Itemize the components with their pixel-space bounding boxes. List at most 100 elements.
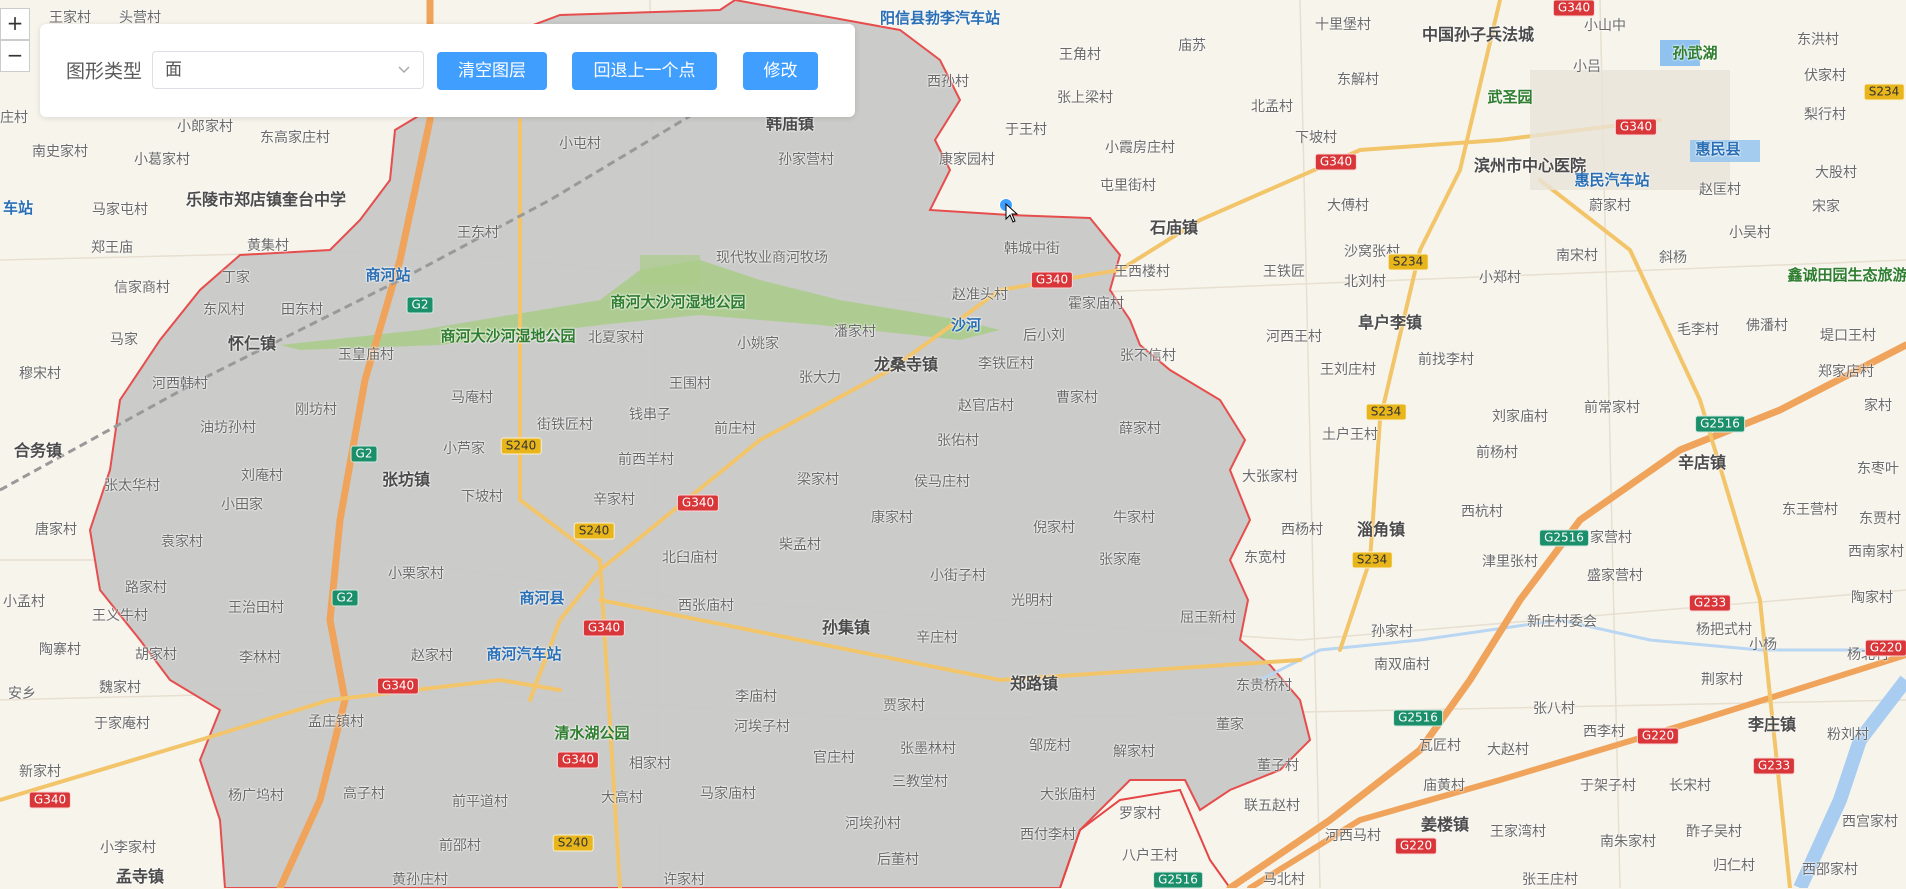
map-place-label: 归仁村 — [1713, 858, 1755, 874]
map-place-label: 玉皇庙村 — [338, 347, 394, 363]
map-canvas[interactable]: 阳信县勃李汽车站 王家村 头营村 十里堡村 中国孙子兵法城 庙苏 王角村 小山中 孙武湖 东洪村伏… — [0, 0, 1906, 889]
road-shield: G340 — [28, 791, 72, 809]
map-place-label: 牛家村 — [1113, 510, 1155, 526]
map-place-label: 王东村 — [457, 225, 499, 241]
map-place-label: 清水湖公园 — [554, 724, 630, 742]
map-place-label: 三教堂村 — [892, 774, 948, 790]
zoom-in-button[interactable]: + — [0, 8, 30, 40]
map-place-label: 粉刘村 — [1827, 727, 1869, 743]
map-place-label: 八户王村 — [1122, 848, 1178, 864]
clear-layer-button[interactable]: 清空图层 — [437, 52, 547, 90]
map-place-label: 杨广坞村 — [228, 788, 284, 804]
map-place-label: 陶寨村 — [39, 642, 81, 658]
map-place-label: 前邵村 — [439, 838, 481, 854]
map-place-label: 河西马村 — [1325, 828, 1381, 844]
map-place-label: 小山中 — [1584, 18, 1626, 34]
map-place-label: 西杨村 — [1281, 522, 1323, 538]
map-place-label: 李庄镇 — [1747, 715, 1797, 734]
map-place-label: 西张庙村 — [678, 598, 734, 614]
map-place-label: 马庵村 — [451, 390, 493, 406]
map-place-label: 河埃子村 — [734, 719, 790, 735]
map-place-label: 后小刘 — [1023, 328, 1065, 344]
map-place-label: 于架子村 — [1580, 778, 1636, 794]
map-place-label: 商河站 — [365, 266, 411, 284]
map-place-label: 郑王庙 — [91, 240, 133, 256]
map-place-label: 许家村 — [663, 872, 705, 888]
map-place-label: 南宋村 — [1556, 248, 1598, 264]
cursor-icon — [1005, 203, 1019, 223]
map-place-label: 张上梁村 — [1057, 90, 1113, 106]
map-place-label: 后董村 — [877, 852, 919, 868]
map-place-label: 盛家营村 — [1587, 568, 1643, 584]
map-place-label: 王西楼村 — [1114, 264, 1170, 280]
map-place-label: 王角村 — [1059, 47, 1101, 63]
map-place-label: 街铁匠村 — [537, 417, 593, 433]
map-place-label: 李庙村 — [735, 689, 777, 705]
undo-point-button[interactable]: 回退上一个点 — [572, 52, 717, 90]
map-place-label: 刘家庙村 — [1492, 409, 1548, 425]
map-place-label: 西杭村 — [1461, 504, 1503, 520]
map-place-label: 前常家村 — [1584, 400, 1640, 416]
map-place-label: 土户王村 — [1322, 427, 1378, 443]
map-place-label: 津里张村 — [1482, 554, 1538, 570]
map-place-label: 潘家村 — [834, 324, 876, 340]
shape-type-select[interactable]: 面 — [152, 51, 424, 89]
map-place-label: 河西韩村 — [152, 376, 208, 392]
map-place-label: 屯里街村 — [1100, 178, 1156, 194]
map-place-label: 梁家村 — [797, 472, 839, 488]
road-shield: G2516 — [1153, 871, 1203, 889]
map-place-label: 邹庞村 — [1029, 738, 1071, 754]
map-place-label: 龙桑寺镇 — [873, 355, 939, 374]
map-place-label: 新家村 — [19, 764, 61, 780]
map-place-label: 荆家村 — [1701, 672, 1743, 688]
map-place-label: 东高家庄村 — [260, 130, 330, 146]
map-place-label: 钱串子 — [629, 407, 671, 423]
road-shield: G233 — [1752, 757, 1796, 775]
map-place-label: 合务镇 — [13, 441, 63, 460]
map-place-label: 小栗家村 — [388, 566, 444, 582]
map-place-label: 惠民县 — [1695, 140, 1741, 158]
road-shield: G340 — [376, 677, 420, 695]
map-place-label: 小霞房庄村 — [1105, 140, 1175, 156]
road-shield: G220 — [1636, 727, 1680, 745]
map-place-label: 瓦匠村 — [1419, 738, 1461, 754]
map-place-label: 大张家村 — [1242, 469, 1298, 485]
map-place-label: 孙家营村 — [778, 152, 834, 168]
map-place-label: 下坡村 — [461, 489, 503, 505]
map-place-label: 大张庙村 — [1040, 787, 1096, 803]
map-place-label: 斜杨 — [1659, 250, 1687, 266]
map-place-label: 屈王新村 — [1180, 610, 1236, 626]
map-place-label: 东洪村 — [1797, 32, 1839, 48]
map-place-label: 康家村 — [871, 510, 913, 526]
map-place-label: 滨州市中心医院 — [1473, 156, 1587, 175]
road-shield: G2516 — [1695, 415, 1745, 433]
road-shield: G2 — [331, 589, 359, 607]
map-place-label: 韩庙镇 — [765, 114, 815, 133]
map-place-label: 南史家村 — [32, 144, 88, 160]
map-place-label: 赵匡村 — [1699, 182, 1741, 198]
road-shield: G233 — [1688, 594, 1732, 612]
map-place-label: 十里堡村 — [1315, 17, 1371, 33]
map-place-label: 陶家村 — [1851, 590, 1893, 606]
map-place-label: 东风村 — [203, 302, 245, 318]
road-shield: G340 — [1314, 153, 1358, 171]
map-place-label: 南朱家村 — [1600, 834, 1656, 850]
zoom-out-button[interactable]: − — [0, 40, 30, 72]
map-place-label: 张不信村 — [1120, 348, 1176, 364]
map-place-label: 东贾村 — [1859, 511, 1901, 527]
map-place-label: 辛店镇 — [1677, 453, 1727, 472]
map-place-label: 张太华村 — [104, 478, 160, 494]
map-place-label: 堤口王村 — [1820, 328, 1876, 344]
map-place-label: 孙武湖 — [1672, 44, 1718, 62]
map-place-label: 前平道村 — [452, 794, 508, 810]
map-place-label: 解家村 — [1113, 744, 1155, 760]
map-place-label: 小屯村 — [559, 136, 601, 152]
map-place-label: 宋家 — [1812, 199, 1840, 215]
map-place-label: 赵家村 — [411, 648, 453, 664]
modify-button[interactable]: 修改 — [743, 52, 818, 90]
map-place-label: 小吕 — [1573, 59, 1601, 75]
map-place-label: 刚坊村 — [295, 402, 337, 418]
map-place-label: 鑫诚田园生态旅游园 — [1787, 266, 1906, 284]
map-place-label: 西孙村 — [927, 74, 969, 90]
road-shield: S240 — [552, 834, 594, 852]
